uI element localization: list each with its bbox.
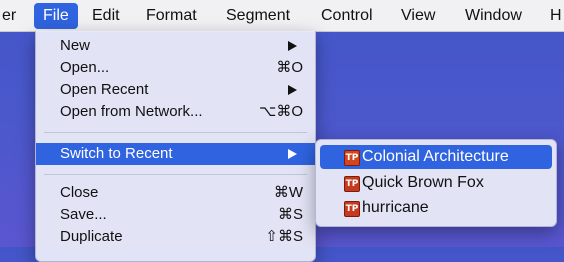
recent-item-colonial-architecture[interactable]: TP Colonial Architecture [320, 145, 552, 169]
submenu-arrow-icon [288, 85, 297, 95]
menubar-item-format[interactable]: Format [146, 0, 197, 31]
menu-item-close[interactable]: Close ⌘W [36, 182, 315, 204]
menu-item-shortcut: ⌘S [277, 206, 303, 223]
menu-separator [44, 174, 307, 175]
menu-item-open[interactable]: Open... ⌘O [36, 57, 315, 79]
menu-item-label: Duplicate [60, 228, 123, 245]
menubar-item-window[interactable]: Window [465, 0, 522, 31]
tp-app-icon: TP [344, 176, 360, 192]
recent-item-hurricane[interactable]: TP hurricane [316, 196, 556, 220]
menu-item-duplicate[interactable]: Duplicate ⇧⌘S [36, 226, 315, 248]
submenu-arrow-icon [288, 149, 297, 159]
menu-item-shortcut: ⇧⌘S [265, 228, 303, 245]
menu-item-label: Open Recent [60, 81, 149, 98]
menu-item-open-recent[interactable]: Open Recent [36, 79, 315, 101]
menubar-item-control[interactable]: Control [321, 0, 373, 31]
menu-item-label: Save... [60, 206, 107, 223]
menu-separator [44, 132, 307, 133]
menubar-item-file[interactable]: File [34, 3, 78, 29]
menu-item-save[interactable]: Save... ⌘S [36, 204, 315, 226]
file-menu: New Open... ⌘O Open Recent Open from Net… [35, 31, 316, 262]
menubar-item-view[interactable]: View [401, 0, 435, 31]
recent-item-label: Colonial Architecture [362, 148, 509, 165]
menubar-item-edit[interactable]: Edit [92, 0, 120, 31]
menu-item-label: Switch to Recent [60, 145, 173, 162]
submenu-arrow-icon [288, 41, 297, 51]
menu-item-shortcut: ⌘O [276, 59, 303, 76]
tp-app-icon: TP [344, 201, 360, 217]
menubar-item-app[interactable]: er [2, 0, 16, 31]
recent-item-quick-brown-fox[interactable]: TP Quick Brown Fox [316, 171, 556, 195]
menubar-item-segment[interactable]: Segment [226, 0, 290, 31]
menu-item-open-from-network[interactable]: Open from Network... ⌥⌘O [36, 101, 315, 123]
menu-item-label: Open... [60, 59, 110, 76]
recent-item-label: Quick Brown Fox [362, 174, 484, 191]
menu-bar: er File Edit Format Segment Control View… [0, 0, 564, 32]
menu-item-shortcut: ⌥⌘O [259, 103, 303, 120]
menu-item-label: New [60, 37, 91, 54]
menu-item-label: Close [60, 184, 99, 201]
recent-item-label: hurricane [362, 199, 429, 216]
tp-app-icon: TP [344, 150, 360, 166]
switch-to-recent-submenu: TP Colonial Architecture TP Quick Brown … [315, 139, 557, 227]
menu-item-new[interactable]: New [36, 35, 315, 57]
menu-item-shortcut: ⌘W [273, 184, 303, 201]
menubar-item-help[interactable]: H [550, 0, 562, 31]
menu-item-label: Open from Network... [60, 103, 203, 120]
menu-item-switch-to-recent[interactable]: Switch to Recent [36, 143, 315, 165]
